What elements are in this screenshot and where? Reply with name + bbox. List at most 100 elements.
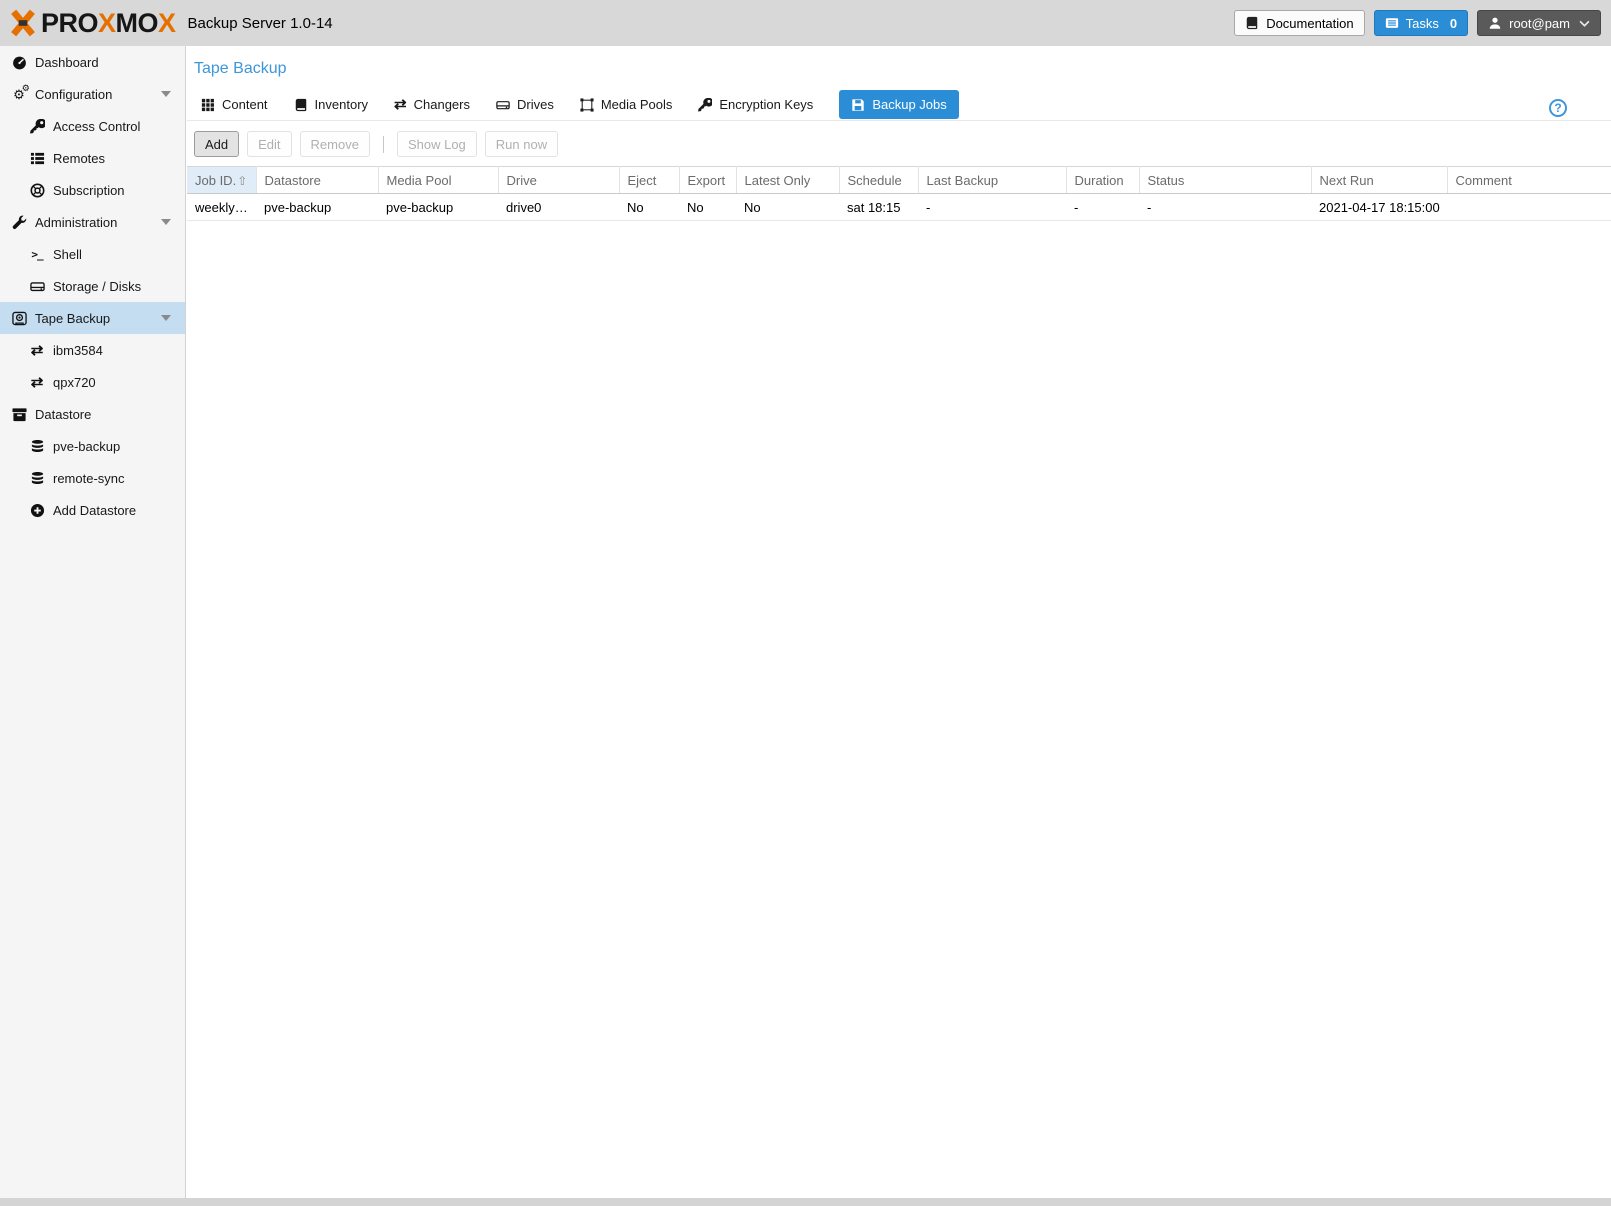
main-panel: Tape Backup ? Content Inventory ⇄ Change… <box>187 46 1611 1198</box>
book-icon <box>1245 16 1259 30</box>
tab-changers[interactable]: ⇄ Changers <box>394 97 470 112</box>
tachometer-icon <box>10 55 28 70</box>
window-bottom-edge <box>0 1198 1611 1206</box>
sidebar-item-dashboard[interactable]: Dashboard <box>0 46 185 78</box>
cell-drive: drive0 <box>498 193 619 221</box>
tab-inventory[interactable]: Inventory <box>294 97 368 112</box>
tab-content[interactable]: Content <box>201 97 268 112</box>
remove-button: Remove <box>299 131 370 157</box>
tab-backup-jobs[interactable]: Backup Jobs <box>839 90 959 119</box>
cell-duration: - <box>1066 193 1139 221</box>
cell-media-pool: pve-backup <box>378 193 498 221</box>
cell-job-id: weekly… <box>187 193 256 221</box>
tasks-count: 0 <box>1449 15 1458 31</box>
sidebar-item-ibm3584[interactable]: ⇄ ibm3584 <box>0 334 185 366</box>
column-header-drive[interactable]: Drive <box>498 166 620 194</box>
cell-datastore: pve-backup <box>256 193 378 221</box>
documentation-label: Documentation <box>1266 15 1354 31</box>
database-icon <box>28 471 46 486</box>
key-icon <box>698 97 713 112</box>
tab-media-pools[interactable]: Media Pools <box>580 97 672 112</box>
tab-encryption-keys[interactable]: Encryption Keys <box>698 97 813 112</box>
cell-last-backup: - <box>918 193 1066 221</box>
sidebar-item-remotes[interactable]: Remotes <box>0 142 185 174</box>
book-icon <box>294 98 308 112</box>
sidebar-item-datastore[interactable]: Datastore <box>0 398 185 430</box>
table-row[interactable]: weekly… pve-backup pve-backup drive0 No … <box>187 193 1611 221</box>
sidebar-item-tape-backup[interactable]: Tape Backup <box>0 302 185 334</box>
floppy-icon <box>851 98 865 112</box>
toolbar-separator <box>382 135 384 153</box>
terminal-icon: >_ <box>31 247 43 261</box>
question-mark-icon: ? <box>1554 101 1562 115</box>
exchange-icon: ⇄ <box>394 96 407 113</box>
collapse-arrow-icon[interactable] <box>161 91 171 97</box>
show-log-button: Show Log <box>396 131 477 157</box>
archive-icon <box>10 407 28 422</box>
column-header-last-backup[interactable]: Last Backup <box>918 166 1067 194</box>
collapse-arrow-icon[interactable] <box>161 219 171 225</box>
sidebar-item-add-datastore[interactable]: Add Datastore <box>0 494 185 526</box>
cell-export: No <box>679 193 736 221</box>
list-icon <box>28 151 46 166</box>
sidebar-item-remote-sync[interactable]: remote-sync <box>0 462 185 494</box>
column-header-datastore[interactable]: Datastore <box>256 166 379 194</box>
sidebar-item-subscription[interactable]: Subscription <box>0 174 185 206</box>
help-button[interactable]: ? <box>1549 99 1567 117</box>
user-menu-button[interactable]: root@pam <box>1477 10 1601 36</box>
column-header-next-run[interactable]: Next Run <box>1311 166 1448 194</box>
user-icon <box>1488 16 1502 30</box>
exchange-icon: ⇄ <box>30 341 44 359</box>
sidebar-item-storage-disks[interactable]: Storage / Disks <box>0 270 185 302</box>
tape-icon <box>10 311 28 326</box>
sidebar-item-administration[interactable]: Administration <box>0 206 185 238</box>
tasks-list-icon <box>1385 16 1399 30</box>
column-header-comment[interactable]: Comment <box>1447 166 1611 194</box>
version-text: Backup Server 1.0-14 <box>187 14 333 32</box>
column-header-status[interactable]: Status <box>1139 166 1312 194</box>
sidebar-item-pve-backup[interactable]: pve-backup <box>0 430 185 462</box>
life-ring-icon <box>28 183 46 198</box>
cell-latest-only: No <box>736 193 839 221</box>
column-header-job-id[interactable]: Job ID.⇧ <box>187 166 257 194</box>
database-icon <box>28 439 46 454</box>
backup-jobs-table: Job ID.⇧ Datastore Media Pool Drive Ejec… <box>187 166 1611 221</box>
chevron-down-icon <box>1579 20 1590 27</box>
column-header-export[interactable]: Export <box>679 166 737 194</box>
column-header-eject[interactable]: Eject <box>619 166 680 194</box>
key-icon <box>28 118 46 134</box>
column-header-latest-only[interactable]: Latest Only <box>736 166 840 194</box>
column-header-duration[interactable]: Duration <box>1066 166 1140 194</box>
documentation-button[interactable]: Documentation <box>1234 10 1365 36</box>
cell-schedule: sat 18:15 <box>839 193 918 221</box>
sidebar: Dashboard ⚙ ⚙ Configuration Access Contro… <box>0 46 186 1198</box>
table-header-row: Job ID.⇧ Datastore Media Pool Drive Ejec… <box>187 166 1611 194</box>
plus-circle-icon <box>28 503 46 518</box>
sidebar-item-access-control[interactable]: Access Control <box>0 110 185 142</box>
sidebar-item-qpx720[interactable]: ⇄ qpx720 <box>0 366 185 398</box>
toolbar: Add Edit Remove Show Log Run now <box>187 121 1611 166</box>
user-label: root@pam <box>1509 15 1570 31</box>
sidebar-item-configuration[interactable]: ⚙ ⚙ Configuration <box>0 78 185 110</box>
cell-status: - <box>1139 193 1311 221</box>
proxmox-x-icon <box>8 8 38 38</box>
grid-icon <box>201 98 215 112</box>
tab-bar: Content Inventory ⇄ Changers Drives Medi… <box>187 89 1611 121</box>
sort-ascending-icon: ⇧ <box>237 173 248 188</box>
column-header-media-pool[interactable]: Media Pool <box>378 166 499 194</box>
page-title: Tape Backup <box>194 60 287 77</box>
edit-button: Edit <box>247 131 292 157</box>
tasks-label: Tasks <box>1405 15 1439 31</box>
gears-icon: ⚙ ⚙ <box>13 82 30 102</box>
add-button[interactable]: Add <box>194 131 240 157</box>
collapse-arrow-icon[interactable] <box>161 315 171 321</box>
column-header-schedule[interactable]: Schedule <box>839 166 919 194</box>
cell-next-run: 2021-04-17 18:15:00 <box>1311 193 1447 221</box>
object-group-icon <box>580 97 594 112</box>
tasks-button[interactable]: Tasks 0 <box>1373 10 1469 36</box>
sidebar-item-shell[interactable]: >_ Shell <box>0 238 185 270</box>
exchange-icon: ⇄ <box>30 373 44 391</box>
hdd-icon <box>28 279 46 294</box>
proxmox-logo: PROXMOX Backup Server 1.0-14 <box>8 8 333 39</box>
tab-drives[interactable]: Drives <box>496 97 554 112</box>
